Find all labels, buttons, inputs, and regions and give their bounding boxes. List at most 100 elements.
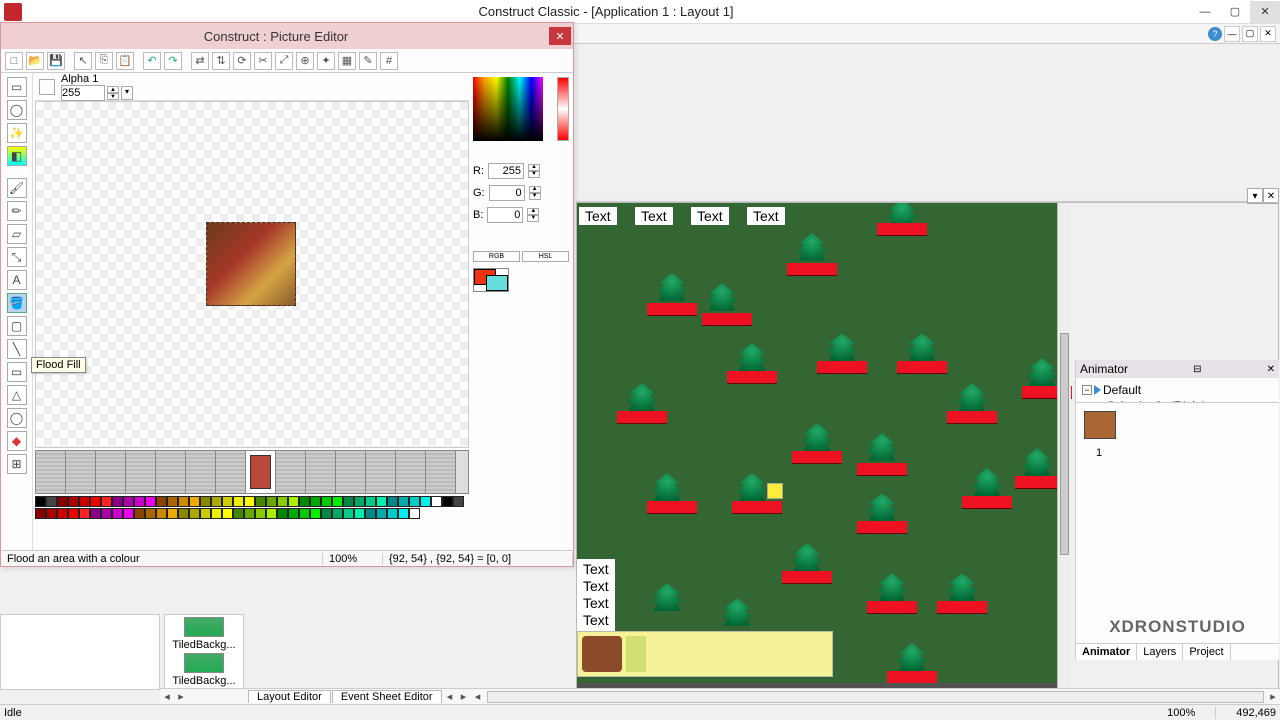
palette-color[interactable] <box>145 496 156 507</box>
palette-color[interactable] <box>266 508 277 519</box>
palette-color[interactable] <box>189 508 200 519</box>
redo-icon[interactable]: ↷ <box>164 52 182 70</box>
undo-icon[interactable]: ↶ <box>143 52 161 70</box>
tree-sprite[interactable] <box>627 383 657 411</box>
palette-color[interactable] <box>35 496 46 507</box>
resource-bar[interactable] <box>702 313 752 325</box>
palette-color[interactable] <box>409 508 420 519</box>
tree-sprite[interactable] <box>827 333 857 361</box>
resource-bar[interactable] <box>617 411 667 423</box>
resize-icon[interactable]: ⤢ <box>275 52 293 70</box>
sprite-selection[interactable] <box>206 222 296 306</box>
palette-color[interactable] <box>365 496 376 507</box>
palette-color[interactable] <box>79 508 90 519</box>
palette-color[interactable] <box>409 496 420 507</box>
tab-scroll-left2-icon[interactable]: ◂ <box>443 690 457 703</box>
palette-color[interactable] <box>112 508 123 519</box>
rotate-icon[interactable]: ⟳ <box>233 52 251 70</box>
palette-color[interactable] <box>354 508 365 519</box>
resource-bar[interactable] <box>857 463 907 475</box>
frame-thumbnail[interactable] <box>1084 411 1116 439</box>
shape-tool[interactable]: ▢ <box>7 316 27 336</box>
spin-up-icon[interactable]: ▲ <box>528 164 540 171</box>
resource-bar[interactable] <box>877 223 927 235</box>
palette-color[interactable] <box>167 508 178 519</box>
object-thumbnail[interactable] <box>184 617 224 637</box>
tree-sprite[interactable] <box>737 473 767 501</box>
tab-animator[interactable]: Animator <box>1076 644 1137 660</box>
tab-layout-editor[interactable]: Layout Editor <box>248 690 331 703</box>
pointer-icon[interactable]: ↖ <box>74 52 92 70</box>
tree-sprite[interactable] <box>737 343 767 371</box>
flip-v-icon[interactable]: ⇅ <box>212 52 230 70</box>
hscroll-right-icon[interactable]: ▸ <box>1266 690 1280 703</box>
tree-sprite[interactable] <box>652 473 682 501</box>
resource-bar[interactable] <box>792 451 842 463</box>
palette-color[interactable] <box>90 508 101 519</box>
palette-color[interactable] <box>211 496 222 507</box>
tree-sprite[interactable] <box>797 233 827 261</box>
palette-color[interactable] <box>431 496 442 507</box>
tree-sprite[interactable] <box>792 543 822 571</box>
color-palette[interactable] <box>35 496 469 520</box>
paste-icon[interactable]: 📋 <box>116 52 134 70</box>
palette-color[interactable] <box>277 496 288 507</box>
minimize-button[interactable]: — <box>1190 1 1220 23</box>
tab-layers[interactable]: Layers <box>1137 644 1183 660</box>
spin-up-icon[interactable]: ▲ <box>527 208 539 215</box>
text-object[interactable]: Text <box>579 207 617 225</box>
palette-color[interactable] <box>46 496 57 507</box>
frame-list[interactable]: 1 XDRONSTUDIO <box>1076 403 1279 643</box>
tree-sprite[interactable] <box>707 283 737 311</box>
resource-bar[interactable] <box>817 361 867 373</box>
palette-color[interactable] <box>233 508 244 519</box>
tree-expand-icon[interactable]: − <box>1082 385 1092 395</box>
tree-sprite[interactable] <box>1022 448 1052 476</box>
tab-scroll-left-icon[interactable]: ◂ <box>160 690 174 703</box>
tree-sprite[interactable] <box>972 468 1002 496</box>
palette-color[interactable] <box>68 496 79 507</box>
imagepoint-icon[interactable]: ✦ <box>317 52 335 70</box>
palette-color[interactable] <box>387 508 398 519</box>
tab-scroll-right-icon[interactable]: ▸ <box>174 690 188 703</box>
alpha-spin-up-icon[interactable]: ▲ <box>107 86 119 93</box>
building-icon[interactable] <box>582 636 622 672</box>
text-tool[interactable]: A <box>7 270 27 290</box>
palette-color[interactable] <box>442 496 453 507</box>
palette-color[interactable] <box>35 508 46 519</box>
palette-color[interactable] <box>343 496 354 507</box>
line-tool[interactable]: ╲ <box>7 339 27 359</box>
palette-color[interactable] <box>255 508 266 519</box>
animator-tree[interactable]: − Default Angle: 0° (Right) − ne stavit <box>1076 378 1279 403</box>
resource-bar[interactable] <box>857 521 907 533</box>
palette-color[interactable] <box>46 508 57 519</box>
text-object[interactable]: Text <box>691 207 729 225</box>
tree-sprite[interactable] <box>897 643 927 671</box>
palette-color[interactable] <box>244 508 255 519</box>
resource-bar[interactable] <box>647 501 697 513</box>
properties-panel[interactable] <box>0 614 160 690</box>
tree-sprite[interactable] <box>867 493 897 521</box>
resource-bar[interactable] <box>787 263 837 275</box>
color-swatch[interactable] <box>473 268 509 292</box>
resource-bar[interactable] <box>962 496 1012 508</box>
tab-project[interactable]: Project <box>1183 644 1230 660</box>
palette-color[interactable] <box>189 496 200 507</box>
close-button[interactable]: ✕ <box>1250 1 1280 23</box>
tree-sprite[interactable] <box>957 383 987 411</box>
palette-color[interactable] <box>288 508 299 519</box>
resource-bar[interactable] <box>937 601 987 613</box>
palette-color[interactable] <box>310 508 321 519</box>
resource-bar[interactable] <box>867 601 917 613</box>
palette-color[interactable] <box>343 508 354 519</box>
palette-color[interactable] <box>376 508 387 519</box>
editor-canvas[interactable] <box>35 101 469 448</box>
editor-titlebar[interactable]: Construct : Picture Editor ✕ <box>1 23 573 49</box>
object-list[interactable]: TiledBackg... TiledBackg... <box>164 614 244 690</box>
spin-down-icon[interactable]: ▼ <box>527 215 539 222</box>
palette-color[interactable] <box>123 508 134 519</box>
rectangle-tool[interactable]: ▭ <box>7 362 27 382</box>
tree-sprite[interactable] <box>867 433 897 461</box>
alpha-dropdown-icon[interactable]: ▾ <box>121 86 133 100</box>
palette-color[interactable] <box>387 496 398 507</box>
